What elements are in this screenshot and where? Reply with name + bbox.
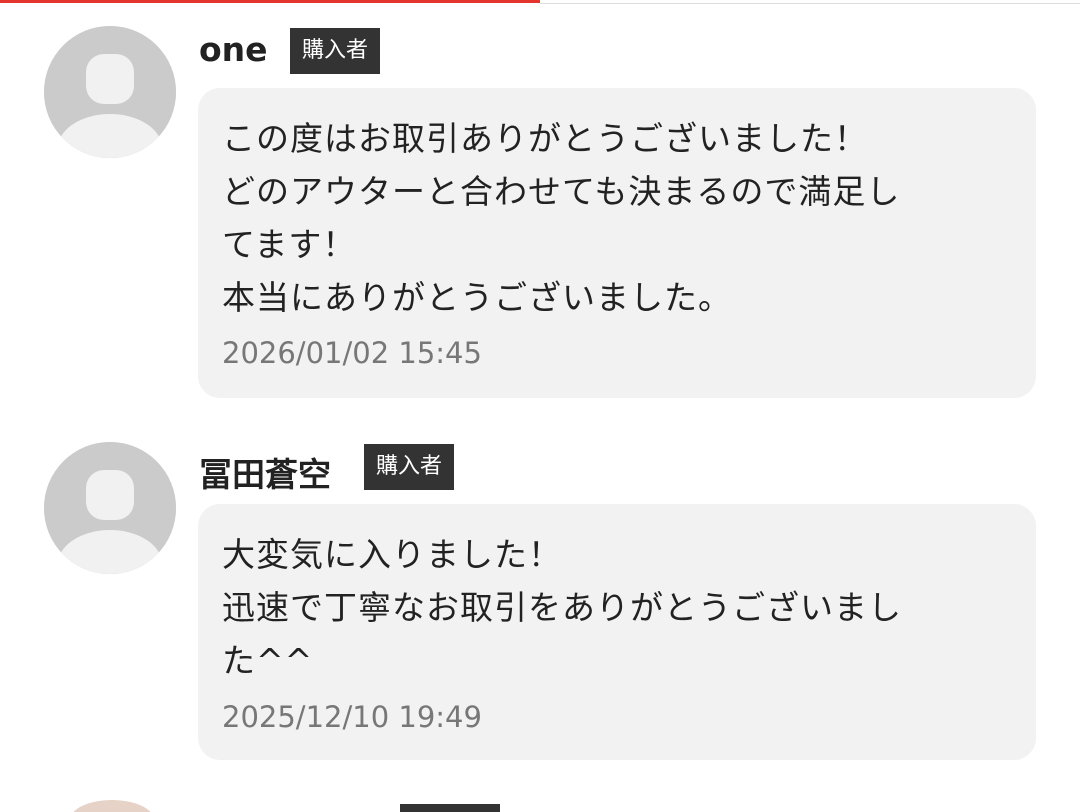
review-list-page: one 購入者 この度はお取引ありがとうございました！ どのアウターと合わせても… bbox=[0, 0, 1080, 812]
reviewer-name[interactable]: 冨田蒼空 bbox=[199, 448, 331, 496]
review-timestamp: 2025/12/10 19:49 bbox=[222, 700, 482, 734]
comment-bubble: この度はお取引ありがとうございました！ どのアウターと合わせても決まるので満足し… bbox=[198, 88, 1036, 398]
default-user-avatar-icon[interactable] bbox=[44, 26, 176, 158]
review-timestamp: 2026/01/02 15:45 bbox=[222, 336, 482, 370]
review-comment: 大変気に入りました！ 迅速で丁寧なお取引をありがとうございまし た^^ bbox=[222, 535, 902, 680]
review-item: one 購入者 この度はお取引ありがとうございました！ どのアウターと合わせても… bbox=[0, 0, 1080, 410]
reviewer-name[interactable]: one bbox=[199, 30, 268, 69]
next-review-badge bbox=[400, 804, 500, 812]
buyer-badge: 購入者 bbox=[364, 444, 455, 490]
comment-bubble: 大変気に入りました！ 迅速で丁寧なお取引をありがとうございまし た^^ 2025… bbox=[198, 504, 1036, 760]
buyer-badge: 購入者 bbox=[290, 28, 381, 74]
default-user-avatar-icon[interactable] bbox=[44, 442, 176, 574]
next-review-avatar[interactable] bbox=[70, 800, 154, 812]
review-comment: この度はお取引ありがとうございました！ どのアウターと合わせても決まるので満足し… bbox=[222, 119, 901, 317]
review-item: 冨田蒼空 購入者 大変気に入りました！ 迅速で丁寧なお取引をありがとうございまし… bbox=[0, 418, 1080, 778]
